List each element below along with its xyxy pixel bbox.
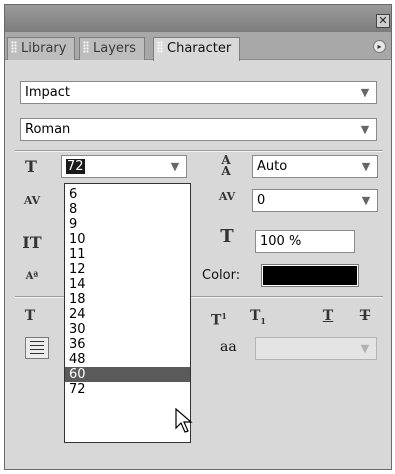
align-left-button[interactable] bbox=[25, 337, 49, 359]
chevron-down-icon[interactable]: ▼ bbox=[355, 190, 377, 211]
font-family-select[interactable]: Impact ▼ bbox=[20, 81, 377, 104]
list-item[interactable]: 48 bbox=[65, 352, 190, 367]
list-item[interactable]: 11 bbox=[65, 247, 190, 262]
chevron-down-icon[interactable]: ▼ bbox=[354, 119, 376, 140]
anti-alias-select[interactable]: ▼ bbox=[255, 337, 377, 360]
color-swatch[interactable] bbox=[261, 264, 359, 287]
font-family-value: Impact bbox=[25, 85, 70, 100]
list-item[interactable]: 72 bbox=[65, 382, 190, 397]
close-icon[interactable]: ✕ bbox=[376, 14, 390, 28]
list-item[interactable]: 14 bbox=[65, 277, 190, 292]
color-swatch-fill bbox=[263, 266, 357, 285]
underline-icon[interactable]: T bbox=[320, 308, 336, 324]
font-style-value: Roman bbox=[25, 122, 71, 137]
tab-library[interactable]: Library bbox=[7, 37, 76, 60]
anti-alias-icon: aa bbox=[220, 339, 237, 355]
color-label: Color: bbox=[202, 268, 241, 283]
tab-layers[interactable]: Layers bbox=[79, 37, 146, 60]
leading-icon: AA bbox=[221, 153, 231, 178]
list-item[interactable]: 8 bbox=[65, 202, 190, 217]
kerning-value: 0 bbox=[257, 193, 266, 208]
panel-title-bar[interactable]: ✕ bbox=[5, 5, 391, 32]
font-size-value[interactable]: 72 bbox=[66, 159, 85, 174]
list-item[interactable]: 18 bbox=[65, 292, 190, 307]
list-item[interactable]: 10 bbox=[65, 232, 190, 247]
list-item[interactable]: 9 bbox=[65, 217, 190, 232]
list-item[interactable]: 36 bbox=[65, 337, 190, 352]
character-panel: ✕ Library Layers Character ▸ Impact ▼ Ro… bbox=[4, 4, 392, 470]
tracking-icon: AV bbox=[23, 194, 41, 207]
leading-combo[interactable]: Auto ▼ bbox=[252, 155, 378, 178]
tab-character[interactable]: Character bbox=[153, 37, 241, 61]
baseline-shift-icon: Aª bbox=[25, 271, 39, 282]
tab-label: Library bbox=[21, 41, 67, 56]
subscript-icon[interactable]: T1 bbox=[249, 308, 267, 329]
strikethrough-icon[interactable]: T bbox=[357, 308, 373, 324]
mouse-pointer-icon bbox=[175, 408, 193, 433]
list-item[interactable]: 6 bbox=[65, 187, 190, 202]
horizontal-scale-icon: T bbox=[220, 226, 234, 247]
font-size-icon: T bbox=[25, 157, 37, 176]
tab-label: Layers bbox=[93, 41, 137, 56]
faux-bold-icon[interactable]: T bbox=[21, 308, 39, 324]
chevron-down-icon[interactable]: ▼ bbox=[355, 156, 377, 177]
horizontal-scale-field[interactable]: 100 % bbox=[255, 230, 355, 253]
leading-value: Auto bbox=[257, 159, 288, 174]
kerning-combo[interactable]: 0 ▼ bbox=[252, 189, 378, 212]
list-item[interactable]: 12 bbox=[65, 262, 190, 277]
vertical-scale-icon: IT bbox=[22, 233, 42, 252]
list-item[interactable]: 24 bbox=[65, 307, 190, 322]
chevron-down-icon[interactable]: ▼ bbox=[354, 82, 376, 103]
font-style-select[interactable]: Roman ▼ bbox=[20, 118, 377, 141]
kerning-icon: AV bbox=[218, 190, 236, 203]
horizontal-scale-value: 100 % bbox=[260, 234, 302, 249]
grip-icon bbox=[83, 41, 89, 53]
chevron-down-icon: ▼ bbox=[360, 342, 370, 355]
divider bbox=[15, 150, 383, 152]
tab-strip: Library Layers Character ▸ bbox=[5, 32, 391, 61]
panel-menu-icon[interactable]: ▸ bbox=[373, 40, 386, 53]
list-item-highlighted[interactable]: 60 bbox=[65, 367, 190, 382]
font-size-dropdown-list[interactable]: 6 8 9 10 11 12 14 18 24 30 36 48 60 72 bbox=[64, 183, 191, 443]
chevron-down-icon[interactable]: ▼ bbox=[164, 156, 186, 177]
font-size-combo[interactable]: 72 ▼ bbox=[61, 155, 187, 178]
grip-icon bbox=[11, 41, 17, 53]
tab-label: Character bbox=[167, 41, 232, 56]
list-item[interactable]: 30 bbox=[65, 322, 190, 337]
grip-icon bbox=[157, 41, 163, 53]
superscript-icon[interactable]: T1 bbox=[210, 308, 228, 329]
